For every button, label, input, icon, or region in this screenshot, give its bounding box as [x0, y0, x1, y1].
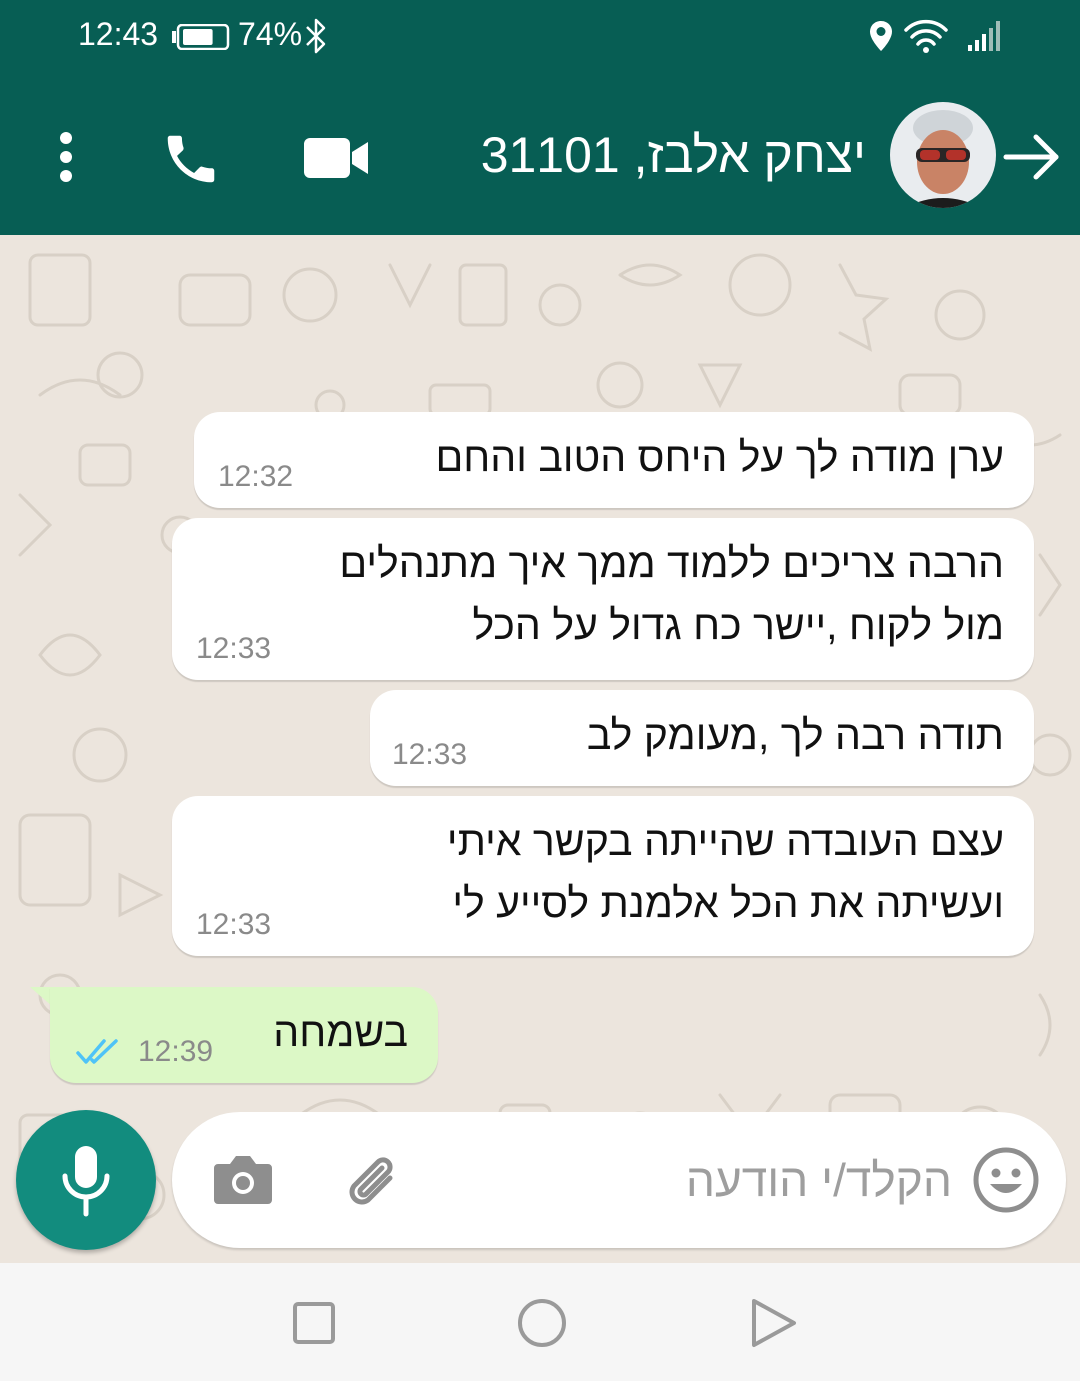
bluetooth-icon — [306, 18, 326, 54]
message-text: תודה רבה לך ,מעומק לב — [586, 712, 1004, 758]
message-bubble-incoming[interactable]: תודה רבה לך ,מעומק לב 12:33 — [370, 690, 1034, 786]
message-text: ערן מודה לך על היחס הטוב והחם — [435, 434, 1005, 480]
videocam-icon[interactable] — [302, 136, 370, 180]
status-bar: 12:43 74% — [0, 0, 1080, 72]
battery-percent: 74% — [238, 16, 303, 52]
message-time: 12:39 — [138, 1035, 214, 1068]
message-time: 12:33 — [196, 908, 272, 941]
message-text: הרבה צריכים ללמוד ממך איך מתנהלים מול לק… — [339, 532, 1004, 656]
more-vert-icon[interactable] — [50, 130, 82, 184]
home-icon[interactable] — [516, 1297, 568, 1349]
paperclip-icon[interactable] — [340, 1148, 408, 1216]
message-text: בשמחה — [273, 1009, 408, 1055]
mic-button[interactable] — [16, 1110, 156, 1250]
phone-icon[interactable] — [160, 128, 222, 190]
message-line: מול לקוח ,יישר כח גדול על הכל — [472, 602, 1004, 648]
chat-header: יצחק אלבז, 31101 — [0, 72, 1080, 235]
back-icon[interactable] — [748, 1297, 798, 1349]
message-bubble-outgoing[interactable]: בשמחה 12:39 — [50, 987, 438, 1083]
message-line: ועשיתה את הכל אלמנת לסייע לי — [452, 880, 1004, 926]
status-time: 12:43 — [78, 16, 159, 52]
message-line: הרבה צריכים ללמוד ממך איך מתנהלים — [339, 540, 1004, 586]
wifi-icon — [904, 19, 948, 53]
emoji-icon[interactable] — [972, 1146, 1040, 1214]
message-time: 12:33 — [392, 738, 468, 771]
signal-icon — [968, 21, 1000, 51]
mic-icon — [62, 1146, 110, 1217]
message-composer — [172, 1112, 1066, 1248]
message-text: עצם העובדה שהייתה בקשר איתי ועשיתה את הכ… — [447, 810, 1004, 934]
system-nav-bar — [0, 1263, 1080, 1381]
location-icon — [870, 21, 892, 51]
message-time: 12:33 — [196, 632, 272, 665]
message-input[interactable] — [392, 1142, 952, 1218]
message-line: עצם העובדה שהייתה בקשר איתי — [446, 818, 1004, 864]
recent-apps-icon[interactable] — [292, 1301, 336, 1345]
battery-icon — [172, 24, 230, 50]
read-receipt-icon — [76, 1039, 118, 1064]
message-bubble-incoming[interactable]: ערן מודה לך על היחס הטוב והחם 12:32 — [194, 412, 1034, 508]
chat-area[interactable]: ערן מודה לך על היחס הטוב והחם 12:32 הרבה… — [0, 235, 1080, 1263]
contact-name[interactable]: יצחק אלבז, 31101 — [481, 126, 866, 184]
camera-icon[interactable] — [212, 1150, 274, 1208]
avatar[interactable] — [890, 102, 996, 208]
message-time: 12:32 — [218, 460, 294, 493]
message-bubble-incoming[interactable]: הרבה צריכים ללמוד ממך איך מתנהלים מול לק… — [172, 518, 1034, 680]
avatar-image — [890, 102, 996, 208]
message-bubble-incoming[interactable]: עצם העובדה שהייתה בקשר איתי ועשיתה את הכ… — [172, 796, 1034, 956]
arrow-back-icon[interactable] — [1002, 132, 1062, 182]
